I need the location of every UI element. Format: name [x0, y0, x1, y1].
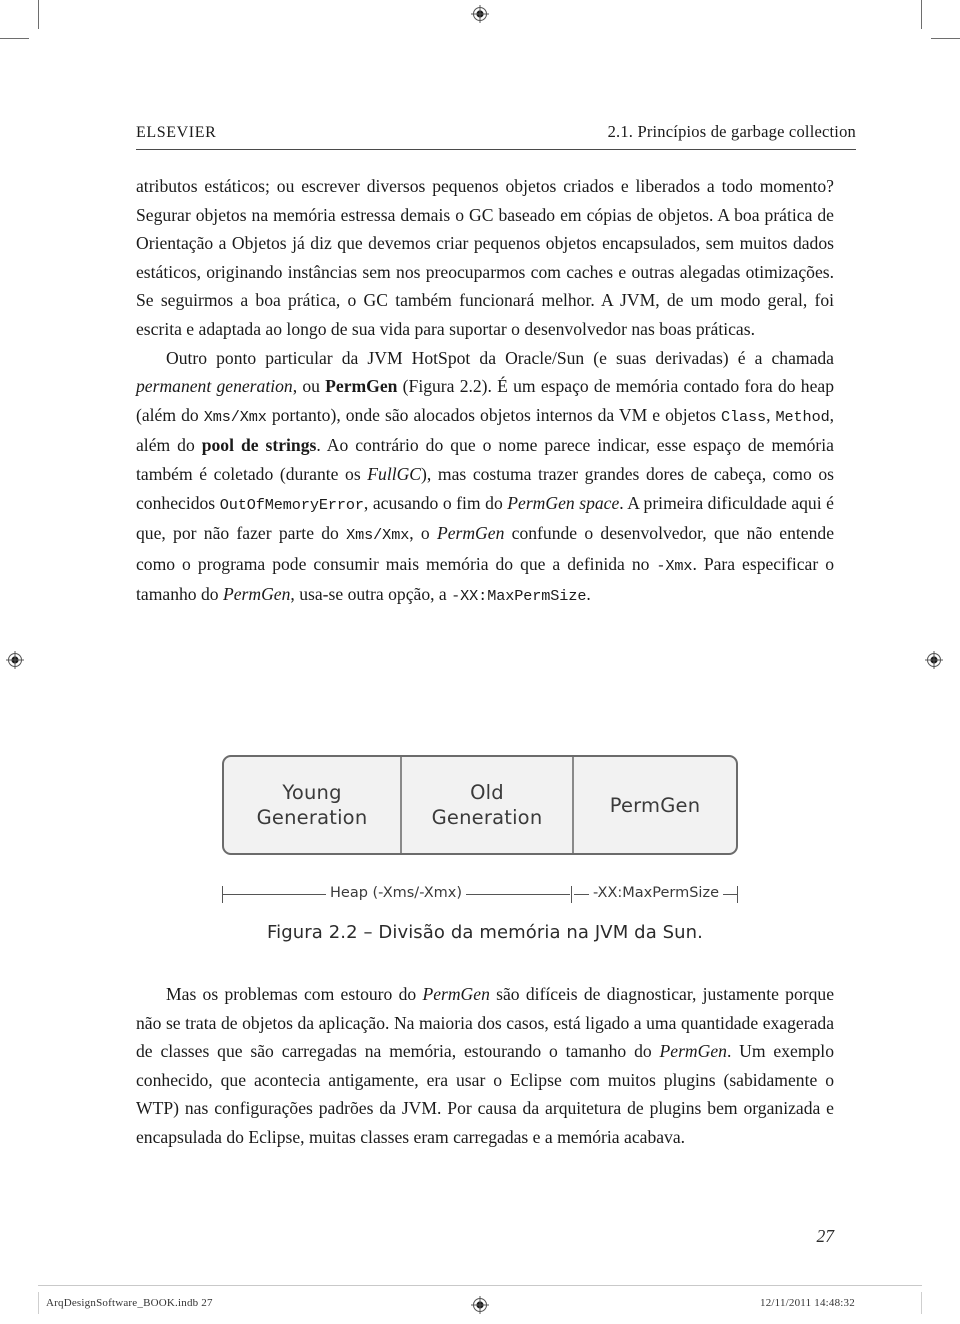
p2-g: portanto), onde são alocados objetos int…	[266, 404, 721, 425]
crop-mark-top-right-vertical	[921, 0, 922, 29]
section-title: 2.1. Princípios de garbage collection	[607, 122, 856, 141]
p2-class-code: Class	[721, 407, 767, 426]
p2-q: , acusando o fim do	[363, 492, 508, 513]
book-page: ELSEVIER 2.1. Princípios de garbage coll…	[0, 0, 960, 1324]
registration-target-icon-top	[471, 5, 489, 23]
dimension-label-heap: Heap (-Xms/-Xmx)	[326, 883, 466, 904]
memory-cell-old-label: Old Generation	[432, 780, 543, 830]
dimension-tick-right	[737, 886, 738, 903]
running-head: ELSEVIER 2.1. Princípios de garbage coll…	[136, 122, 856, 142]
footer-rule	[38, 1285, 922, 1286]
crop-mark-top-left-vertical	[38, 0, 39, 29]
p2-xms-xmx-code: Xms/Xmx	[203, 407, 267, 426]
p2-method-code: Method	[775, 407, 830, 426]
p2-c: , ou	[292, 376, 326, 397]
p2-u: , o	[409, 523, 437, 544]
old-line1: Old	[470, 781, 504, 804]
registration-target-icon-right	[925, 651, 943, 669]
old-line2: Generation	[431, 806, 543, 829]
figure-memory-layout: Young Generation Old Generation PermGen He…	[222, 755, 738, 905]
body-text-lower: Mas os problemas com estouro do PermGen …	[136, 980, 834, 1152]
paragraph-continued: atributos estáticos; ou escrever diverso…	[136, 172, 834, 344]
memory-cell-old-generation: Old Generation	[400, 757, 572, 853]
footer-right-rule	[921, 1292, 922, 1314]
memory-cell-young-generation: Young Generation	[224, 757, 400, 853]
footer-left-rule	[38, 1292, 39, 1314]
p2-ac: .	[586, 584, 591, 605]
figure-dimension-lines: Heap (-Xms/-Xmx) -XX:MaxPermSize	[222, 883, 738, 905]
memory-cell-permgen: PermGen	[572, 757, 736, 853]
body-text-upper: atributos estáticos; ou escrever diverso…	[136, 172, 834, 611]
p2-fullgc-italic: FullGC	[367, 463, 422, 484]
figure-caption: Figura 2.2 – Divisão da memória na JVM d…	[266, 922, 704, 943]
p2-permgen-space-italic: PermGen space	[507, 492, 620, 513]
page-number: 27	[816, 1226, 835, 1246]
p2-outofmemoryerror-code: OutOfMemoryError	[219, 495, 364, 514]
paragraph-permgen: Outro ponto particular da JVM HotSpot da…	[136, 344, 834, 611]
dimension-tick-left	[222, 886, 223, 903]
p2-pool-de-strings-bold: pool de strings	[201, 435, 317, 456]
running-head-rule	[136, 149, 856, 150]
publisher-logo-text: ELSEVIER	[136, 124, 217, 141]
p2-xmx-code: -Xmx	[656, 556, 693, 575]
p3-permgen-italic: PermGen	[422, 984, 490, 1004]
dimension-tick-middle	[571, 886, 572, 903]
p2-permgen-bold: PermGen	[325, 376, 398, 397]
footer-file-slug: ArqDesignSoftware_BOOK.indb 27	[46, 1297, 213, 1309]
p2-permgen-italic-2: PermGen	[222, 584, 291, 605]
crop-mark-top-right-horizontal	[931, 38, 960, 39]
dimension-label-permgen: -XX:MaxPermSize	[589, 883, 723, 904]
p2-xms-xmx-code-2: Xms/Xmx	[346, 526, 410, 545]
p3-a: Mas os problemas com estouro do	[166, 984, 423, 1004]
footer-timestamp: 12/11/2011 14:48:32	[760, 1297, 855, 1309]
crop-mark-top-left-horizontal	[0, 38, 29, 39]
p2-maxpermsize-code: -XX:MaxPermSize	[451, 587, 587, 606]
paragraph-permgen-problems: Mas os problemas com estouro do PermGen …	[136, 980, 834, 1152]
young-line1: Young	[282, 781, 342, 804]
p2-permanent-generation-italic: permanent generation	[136, 376, 293, 397]
memory-cell-permgen-label: PermGen	[609, 793, 701, 817]
p2-a: Outro ponto particular da JVM HotSpot da…	[166, 347, 834, 368]
p3-permgen-italic-2: PermGen	[659, 1041, 727, 1062]
paragraph-1-text: atributos estáticos; ou escrever diverso…	[136, 176, 834, 339]
young-line2: Generation	[256, 806, 368, 829]
p2-aa: , usa-se outra opção, a	[290, 584, 452, 605]
p2-permgen-italic: PermGen	[436, 523, 505, 544]
memory-block: Young Generation Old Generation PermGen	[222, 755, 738, 855]
registration-target-icon-footer	[471, 1296, 489, 1314]
p2-i: ,	[766, 404, 776, 425]
memory-cell-young-label: Young Generation	[257, 780, 368, 830]
registration-target-icon-left	[6, 651, 24, 669]
